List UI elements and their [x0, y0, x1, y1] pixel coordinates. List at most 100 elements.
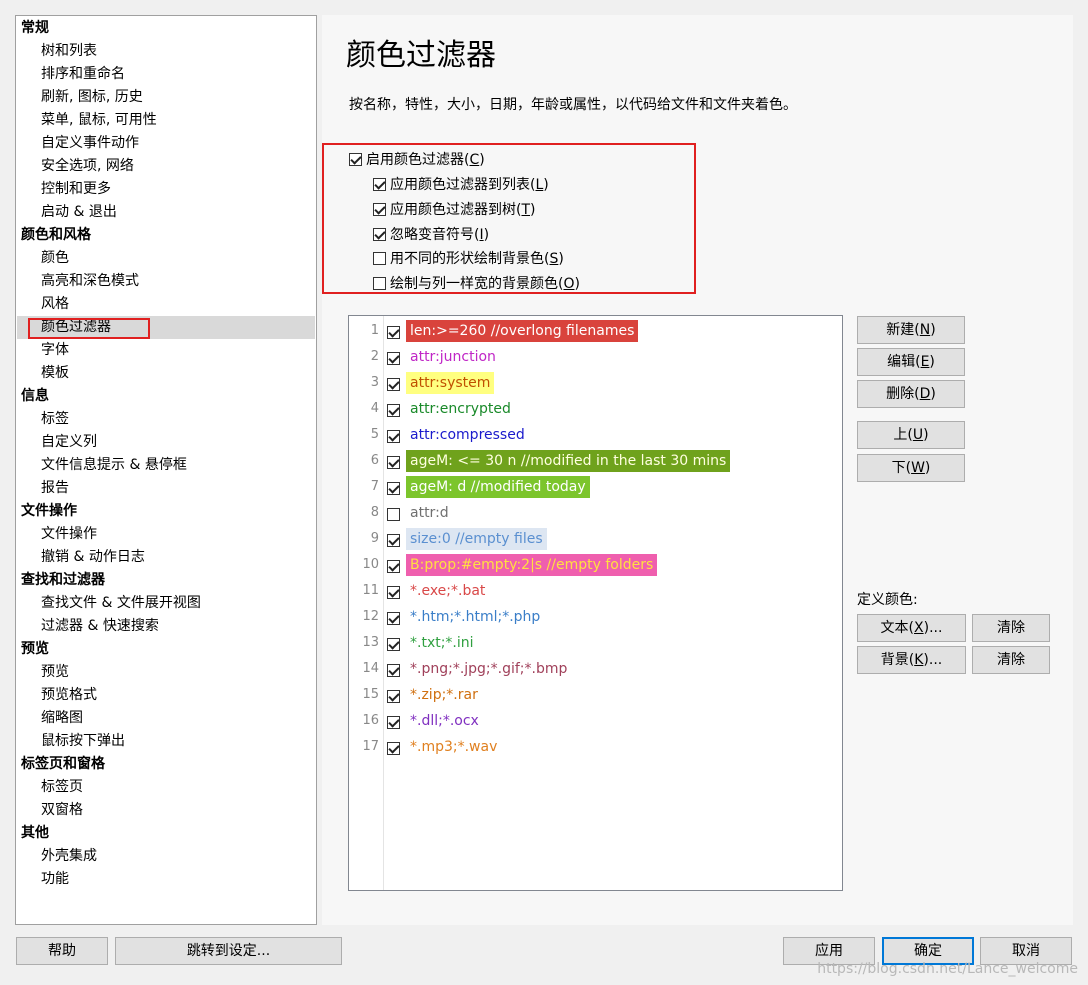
- sidebar-group-header[interactable]: 标签页和窗格: [17, 753, 315, 776]
- filter-expression[interactable]: *.txt;*.ini: [406, 632, 478, 654]
- sidebar-group-header[interactable]: 查找和过滤器: [17, 569, 315, 592]
- sidebar-item[interactable]: 自定义事件动作: [17, 132, 315, 155]
- filter-expression[interactable]: attr:system: [406, 372, 495, 394]
- color-filter-list[interactable]: 1 len:>=260 //overlong filenames 2 attr:jun…: [348, 315, 843, 891]
- checked-checkbox-icon[interactable]: [387, 481, 400, 495]
- sidebar-item[interactable]: 双窗格: [17, 799, 315, 822]
- sidebar-item[interactable]: 标签: [17, 408, 315, 431]
- filter-row[interactable]: 14 *.png;*.jpg;*.gif;*.bmp: [349, 656, 842, 682]
- filter-row[interactable]: 2 attr:junction: [349, 344, 842, 370]
- sidebar-item[interactable]: 查找文件 & 文件展开视图: [17, 592, 315, 615]
- checked-checkbox-icon[interactable]: [387, 741, 400, 755]
- filter-row[interactable]: 13 *.txt;*.ini: [349, 630, 842, 656]
- move-down-button[interactable]: 下(W): [857, 454, 965, 482]
- sidebar-group-header[interactable]: 颜色和风格: [17, 224, 315, 247]
- sidebar-item[interactable]: 鼠标按下弹出: [17, 730, 315, 753]
- checked-checkbox-icon[interactable]: [387, 533, 400, 547]
- checked-checkbox-icon[interactable]: [387, 559, 400, 573]
- filter-row[interactable]: 6 ageM: <= 30 n //modified in the last 30…: [349, 448, 842, 474]
- sidebar-item[interactable]: 启动 & 退出: [17, 201, 315, 224]
- filter-row[interactable]: 5 attr:compressed: [349, 422, 842, 448]
- filter-expression[interactable]: size:0 //empty files: [406, 528, 547, 550]
- checked-checkbox-icon[interactable]: [387, 403, 400, 417]
- sidebar-item[interactable]: 颜色: [17, 247, 315, 270]
- filter-expression[interactable]: attr:encrypted: [406, 398, 515, 420]
- help-button[interactable]: 帮助: [16, 937, 108, 965]
- sidebar-item[interactable]: 预览: [17, 661, 315, 684]
- filter-expression[interactable]: ageM: d //modified today: [406, 476, 590, 498]
- filter-row[interactable]: 9 size:0 //empty files: [349, 526, 842, 552]
- move-up-button[interactable]: 上(U): [857, 421, 965, 449]
- filter-row[interactable]: 15 *.zip;*.rar: [349, 682, 842, 708]
- filter-row[interactable]: 16 *.dll;*.ocx: [349, 708, 842, 734]
- filter-row[interactable]: 3 attr:system: [349, 370, 842, 396]
- delete-filter-button[interactable]: 删除(D): [857, 380, 965, 408]
- sidebar-item[interactable]: 菜单, 鼠标, 可用性: [17, 109, 315, 132]
- filter-expression[interactable]: *.mp3;*.wav: [406, 736, 501, 758]
- checked-checkbox-icon[interactable]: [387, 377, 400, 391]
- filter-expression[interactable]: *.zip;*.rar: [406, 684, 482, 706]
- filter-expression[interactable]: len:>=260 //overlong filenames: [406, 320, 639, 342]
- sidebar-item[interactable]: 排序和重命名: [17, 63, 315, 86]
- sidebar-item[interactable]: 功能: [17, 868, 315, 891]
- filter-expression[interactable]: *.png;*.jpg;*.gif;*.bmp: [406, 658, 571, 680]
- new-filter-button[interactable]: 新建(N): [857, 316, 965, 344]
- sidebar-item[interactable]: 报告: [17, 477, 315, 500]
- sidebar-item[interactable]: 刷新, 图标, 历史: [17, 86, 315, 109]
- checked-checkbox-icon[interactable]: [387, 715, 400, 729]
- goto-setting-button[interactable]: 跳转到设定...: [115, 937, 342, 965]
- filter-expression[interactable]: attr:d: [406, 502, 453, 524]
- checked-checkbox-icon[interactable]: [387, 585, 400, 599]
- sidebar-group-header[interactable]: 常规: [17, 17, 315, 40]
- sidebar-item[interactable]: 模板: [17, 362, 315, 385]
- sidebar-item[interactable]: 高亮和深色模式: [17, 270, 315, 293]
- checked-checkbox-icon[interactable]: [387, 663, 400, 677]
- checked-checkbox-icon[interactable]: [387, 455, 400, 469]
- filter-row[interactable]: 12 *.htm;*.html;*.php: [349, 604, 842, 630]
- sidebar-item[interactable]: 缩略图: [17, 707, 315, 730]
- checked-checkbox-icon[interactable]: [387, 611, 400, 625]
- sidebar-item[interactable]: 自定义列: [17, 431, 315, 454]
- checked-checkbox-icon[interactable]: [387, 637, 400, 651]
- sidebar-item[interactable]: 文件信息提示 & 悬停框: [17, 454, 315, 477]
- sidebar-item[interactable]: 风格: [17, 293, 315, 316]
- settings-category-tree[interactable]: 常规 树和列表 排序和重命名 刷新, 图标, 历史 菜单, 鼠标, 可用性 自定义事件动作…: [15, 15, 317, 925]
- sidebar-item[interactable]: 字体: [17, 339, 315, 362]
- checked-checkbox-icon[interactable]: [387, 429, 400, 443]
- filter-expression[interactable]: ageM: <= 30 n //modified in the last 30 …: [406, 450, 731, 472]
- sidebar-group-header[interactable]: 其他: [17, 822, 315, 845]
- filter-expression[interactable]: *.dll;*.ocx: [406, 710, 483, 732]
- sidebar-item[interactable]: 标签页: [17, 776, 315, 799]
- sidebar-item[interactable]: 过滤器 & 快速搜索: [17, 615, 315, 638]
- filter-expression[interactable]: B:prop:#empty:2|s //empty folders: [406, 554, 658, 576]
- filter-expression[interactable]: *.exe;*.bat: [406, 580, 489, 602]
- background-color-clear-button[interactable]: 清除: [972, 646, 1050, 674]
- sidebar-item[interactable]: 安全选项, 网络: [17, 155, 315, 178]
- filter-expression[interactable]: attr:junction: [406, 346, 500, 368]
- sidebar-item[interactable]: 外壳集成: [17, 845, 315, 868]
- sidebar-item[interactable]: 撤销 & 动作日志: [17, 546, 315, 569]
- filter-row[interactable]: 8 attr:d: [349, 500, 842, 526]
- unchecked-checkbox-icon[interactable]: [387, 507, 400, 521]
- filter-row[interactable]: 1 len:>=260 //overlong filenames: [349, 318, 842, 344]
- sidebar-group-header[interactable]: 文件操作: [17, 500, 315, 523]
- text-color-button[interactable]: 文本(X)...: [857, 614, 966, 642]
- background-color-button[interactable]: 背景(K)...: [857, 646, 966, 674]
- sidebar-group-header[interactable]: 信息: [17, 385, 315, 408]
- sidebar-item[interactable]: 预览格式: [17, 684, 315, 707]
- filter-expression[interactable]: attr:compressed: [406, 424, 529, 446]
- filter-row[interactable]: 17 *.mp3;*.wav: [349, 734, 842, 760]
- filter-expression[interactable]: *.htm;*.html;*.php: [406, 606, 544, 628]
- checked-checkbox-icon[interactable]: [387, 689, 400, 703]
- filter-row[interactable]: 11 *.exe;*.bat: [349, 578, 842, 604]
- sidebar-group-header[interactable]: 预览: [17, 638, 315, 661]
- sidebar-item[interactable]: 文件操作: [17, 523, 315, 546]
- checked-checkbox-icon[interactable]: [387, 325, 400, 339]
- sidebar-item[interactable]: 控制和更多: [17, 178, 315, 201]
- checked-checkbox-icon[interactable]: [387, 351, 400, 365]
- filter-row[interactable]: 10 B:prop:#empty:2|s //empty folders: [349, 552, 842, 578]
- sidebar-item[interactable]: 树和列表: [17, 40, 315, 63]
- filter-row[interactable]: 4 attr:encrypted: [349, 396, 842, 422]
- filter-row[interactable]: 7 ageM: d //modified today: [349, 474, 842, 500]
- edit-filter-button[interactable]: 编辑(E): [857, 348, 965, 376]
